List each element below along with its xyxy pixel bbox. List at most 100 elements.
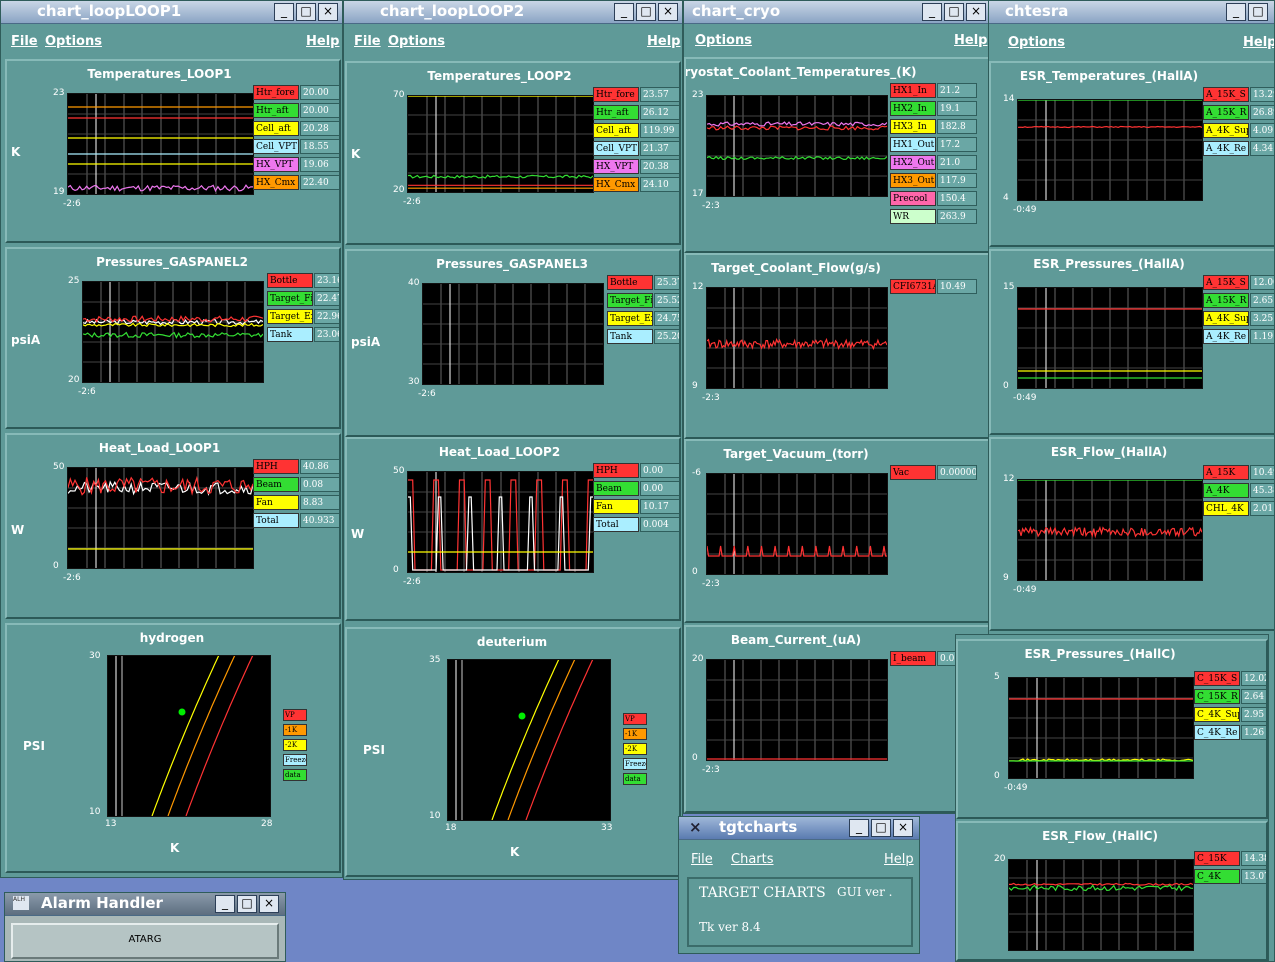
legend-entry[interactable]: A_4K_Re 4.34	[1203, 141, 1274, 157]
legend-entry[interactable]: HPH 0.00	[593, 463, 679, 479]
maximize-button[interactable]: □	[944, 3, 964, 21]
legend-entry[interactable]: Freeze	[623, 758, 647, 770]
maximize-button[interactable]: □	[296, 3, 316, 21]
legend-entry[interactable]: Bottle 23.16	[267, 273, 339, 289]
atarg-button[interactable]: ATARG	[11, 923, 279, 959]
close-button[interactable]: ×	[966, 3, 986, 21]
legend-entry[interactable]: Cell_VPT 18.55	[253, 139, 339, 155]
legend-entry[interactable]: Bottle 25.37	[607, 275, 679, 291]
legend-entry[interactable]: Tank 23.06	[267, 327, 339, 343]
maximize-button[interactable]: □	[237, 895, 257, 913]
legend-entry[interactable]: HX1_Out 17.2	[890, 137, 980, 153]
menu-help[interactable]: Help	[647, 34, 680, 49]
legend-entry[interactable]: A_15K_S12.00	[1203, 275, 1274, 291]
minimize-button[interactable]: _	[849, 819, 869, 837]
legend-entry[interactable]: Beam 0.00	[593, 481, 679, 497]
menu-help[interactable]: Help	[1243, 35, 1274, 50]
close-button[interactable]: ×	[318, 3, 338, 21]
legend-entry[interactable]: Tank 25.20	[607, 329, 679, 345]
menu-help[interactable]: Help	[884, 852, 914, 867]
menu-charts[interactable]: Charts	[731, 852, 774, 867]
legend-entry[interactable]: Cell_VPT 21.37	[593, 141, 679, 157]
legend-entry[interactable]: Freeze	[283, 754, 307, 766]
legend-entry[interactable]: A_4K_Sup 4.09	[1203, 123, 1274, 139]
legend-entry[interactable]: Target_Ex 22.96	[267, 309, 339, 325]
titlebar-loop2[interactable]: chart_loopLOOP2 _ □ ×	[344, 1, 682, 24]
legend-entry[interactable]: CFI6731A 10.49	[890, 279, 980, 295]
legend-entry[interactable]: -1K	[283, 724, 307, 736]
menu-file[interactable]: File	[354, 34, 381, 49]
menu-file[interactable]: File	[11, 34, 38, 49]
legend-entry[interactable]: CHL_4K 2.01	[1203, 501, 1274, 517]
menu-file[interactable]: File	[691, 852, 713, 867]
menu-options[interactable]: Options	[388, 34, 445, 49]
legend-entry[interactable]: A_15K_R26.89	[1203, 105, 1274, 121]
legend-entry[interactable]: Fan 10.17	[593, 499, 679, 515]
minimize-button[interactable]: _	[614, 3, 634, 21]
legend-entry[interactable]: Target_Fi 22.47	[267, 291, 339, 307]
legend-entry[interactable]: HPH 40.86	[253, 459, 339, 475]
maximize-button[interactable]: □	[636, 3, 656, 21]
legend-entry[interactable]: Total 40.933	[253, 513, 339, 529]
legend-entry[interactable]: HX1_In 21.2	[890, 83, 980, 99]
legend-entry[interactable]: C_4K 13.07	[1194, 869, 1266, 885]
titlebar-alarm[interactable]: ALH Alarm Handler _ □ ×	[5, 893, 285, 916]
legend-entry[interactable]: Htr_fore 23.57	[593, 87, 679, 103]
legend-entry[interactable]: HX3_In 182.8	[890, 119, 980, 135]
legend-entry[interactable]: data	[623, 773, 647, 785]
legend-entry[interactable]: C_4K_Re 1.26	[1194, 725, 1266, 741]
legend-entry[interactable]: Cell_aft 20.28	[253, 121, 339, 137]
legend-entry[interactable]: -2K	[283, 739, 307, 751]
legend-entry[interactable]: HX_VPT 20.38	[593, 159, 679, 175]
minimize-button[interactable]: _	[1226, 3, 1246, 21]
legend-entry[interactable]: -2K	[623, 743, 647, 755]
legend-entry[interactable]: HX_VPT 19.06	[253, 157, 339, 173]
legend-entry[interactable]: VP	[283, 709, 307, 721]
minimize-button[interactable]: _	[274, 3, 294, 21]
legend-entry[interactable]: WR 263.9	[890, 209, 980, 225]
menu-options[interactable]: Options	[1008, 35, 1065, 50]
legend-entry[interactable]: C_15K_S 12.02	[1194, 671, 1266, 687]
close-button[interactable]: ×	[259, 895, 279, 913]
legend-entry[interactable]: Target_Ex 24.75	[607, 311, 679, 327]
legend-entry[interactable]: -1K	[623, 728, 647, 740]
legend-entry[interactable]: Cell_aft 119.99	[593, 123, 679, 139]
legend-entry[interactable]: Htr_aft 26.12	[593, 105, 679, 121]
titlebar-loop1[interactable]: chart_loopLOOP1 _ □ ×	[1, 1, 342, 24]
close-button[interactable]: ×	[893, 819, 913, 837]
legend-entry[interactable]: A_4K_Sup 3.25	[1203, 311, 1274, 327]
legend-entry[interactable]: Precool 150.4	[890, 191, 980, 207]
legend-entry[interactable]: VP	[623, 713, 647, 725]
menu-options[interactable]: Options	[45, 34, 102, 49]
legend-entry[interactable]: HX_Cmx 22.40	[253, 175, 339, 191]
legend-entry[interactable]: A_4K45.38	[1203, 483, 1274, 499]
minimize-button[interactable]: _	[922, 3, 942, 21]
legend-entry[interactable]: Htr_aft 20.00	[253, 103, 339, 119]
legend-entry[interactable]: HX3_Out 117.9	[890, 173, 980, 189]
legend-entry[interactable]: Target_Fi 25.52	[607, 293, 679, 309]
close-button[interactable]: ×	[658, 3, 678, 21]
legend-entry[interactable]: A_15K10.49	[1203, 465, 1274, 481]
legend-entry[interactable]: Fan 8.83	[253, 495, 339, 511]
menu-options[interactable]: Options	[695, 33, 752, 48]
titlebar-tgtcharts[interactable]: ⨯ tgtcharts _ □ ×	[679, 817, 919, 840]
legend-entry[interactable]: Vac0.0000002	[890, 465, 980, 481]
minimize-button[interactable]: _	[215, 895, 235, 913]
legend-entry[interactable]: HX_Cmx 24.10	[593, 177, 679, 193]
legend-entry[interactable]: Beam 0.08	[253, 477, 339, 493]
legend-entry[interactable]: Total 0.004	[593, 517, 679, 533]
maximize-button[interactable]: □	[871, 819, 891, 837]
legend-entry[interactable]: C_15K 14.38	[1194, 851, 1266, 867]
titlebar-esr[interactable]: chtesra _ □	[989, 1, 1274, 24]
legend-entry[interactable]: data	[283, 769, 307, 781]
legend-entry[interactable]: Htr_fore 20.00	[253, 85, 339, 101]
legend-entry[interactable]: HX2_Out 21.0	[890, 155, 980, 171]
legend-entry[interactable]: HX2_In 19.1	[890, 101, 980, 117]
legend-entry[interactable]: C_15K_R 2.64	[1194, 689, 1266, 705]
legend-entry[interactable]: A_15K_S13.29	[1203, 87, 1274, 103]
menu-help[interactable]: Help	[954, 33, 987, 48]
menu-help[interactable]: Help	[306, 34, 339, 49]
legend-entry[interactable]: A_15K_R 2.65	[1203, 293, 1274, 309]
legend-entry[interactable]: A_4K_Re 1.19	[1203, 329, 1274, 345]
maximize-button[interactable]: □	[1248, 3, 1268, 21]
